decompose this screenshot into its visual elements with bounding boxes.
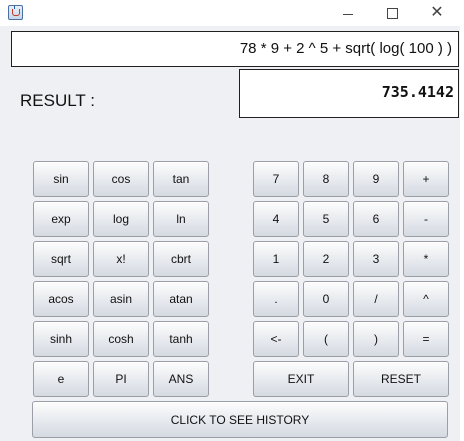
key-cosh[interactable]: cosh	[93, 321, 149, 357]
result-label: RESULT :	[20, 91, 95, 110]
close-icon: ✕	[430, 4, 444, 21]
key-asin[interactable]: asin	[93, 281, 149, 317]
reset-button[interactable]: RESET	[353, 361, 449, 397]
key-digit-0[interactable]: 0	[303, 281, 349, 317]
key-digit-2[interactable]: 2	[303, 241, 349, 277]
key-cbrt[interactable]: cbrt	[153, 241, 209, 277]
key-atan[interactable]: atan	[153, 281, 209, 317]
key-sinh[interactable]: sinh	[33, 321, 89, 357]
key-digit-1[interactable]: 1	[253, 241, 299, 277]
key-digit-3[interactable]: 3	[353, 241, 399, 277]
key-digit-6[interactable]: 6	[353, 201, 399, 237]
result-value-field: 735.4142	[239, 69, 459, 118]
key-tanh[interactable]: tanh	[153, 321, 209, 357]
key-sin[interactable]: sin	[33, 161, 89, 197]
key-e[interactable]: e	[33, 361, 89, 397]
key-digit-5[interactable]: 5	[303, 201, 349, 237]
key-digit-7[interactable]: 7	[253, 161, 299, 197]
key-ln[interactable]: ln	[153, 201, 209, 237]
key-digit-4[interactable]: 4	[253, 201, 299, 237]
key-ans[interactable]: ANS	[153, 361, 209, 397]
exit-button[interactable]: EXIT	[253, 361, 349, 397]
key-equals[interactable]: =	[403, 321, 449, 357]
key-digit-8[interactable]: 8	[303, 161, 349, 197]
key-log[interactable]: log	[93, 201, 149, 237]
key-pi[interactable]: PI	[93, 361, 149, 397]
key-tan[interactable]: tan	[153, 161, 209, 197]
key-multiply[interactable]: *	[403, 241, 449, 277]
close-button[interactable]: ✕	[414, 0, 460, 26]
key-open-paren[interactable]: (	[303, 321, 349, 357]
key-power[interactable]: ^	[403, 281, 449, 317]
key-sqrt[interactable]: sqrt	[33, 241, 89, 277]
key-divide[interactable]: /	[353, 281, 399, 317]
title-bar: ✕	[0, 0, 464, 26]
key-digit-9[interactable]: 9	[353, 161, 399, 197]
expression-field[interactable]: 78 * 9 + 2 ^ 5 + sqrt( log( 100 ) )	[11, 31, 459, 67]
key-plus[interactable]: +	[403, 161, 449, 197]
maximize-button[interactable]	[369, 0, 415, 26]
minimize-button[interactable]	[325, 0, 371, 26]
minimize-icon	[343, 13, 353, 15]
maximize-icon	[386, 7, 398, 19]
key-backspace[interactable]: <-	[253, 321, 299, 357]
window-edge	[460, 26, 464, 441]
key-cos[interactable]: cos	[93, 161, 149, 197]
key-exp[interactable]: exp	[33, 201, 89, 237]
java-app-icon	[8, 5, 23, 20]
key-minus[interactable]: -	[403, 201, 449, 237]
key-decimal[interactable]: .	[253, 281, 299, 317]
key-close-paren[interactable]: )	[353, 321, 399, 357]
key-acos[interactable]: acos	[33, 281, 89, 317]
history-button[interactable]: CLICK TO SEE HISTORY	[32, 401, 448, 438]
key-x[interactable]: x!	[93, 241, 149, 277]
